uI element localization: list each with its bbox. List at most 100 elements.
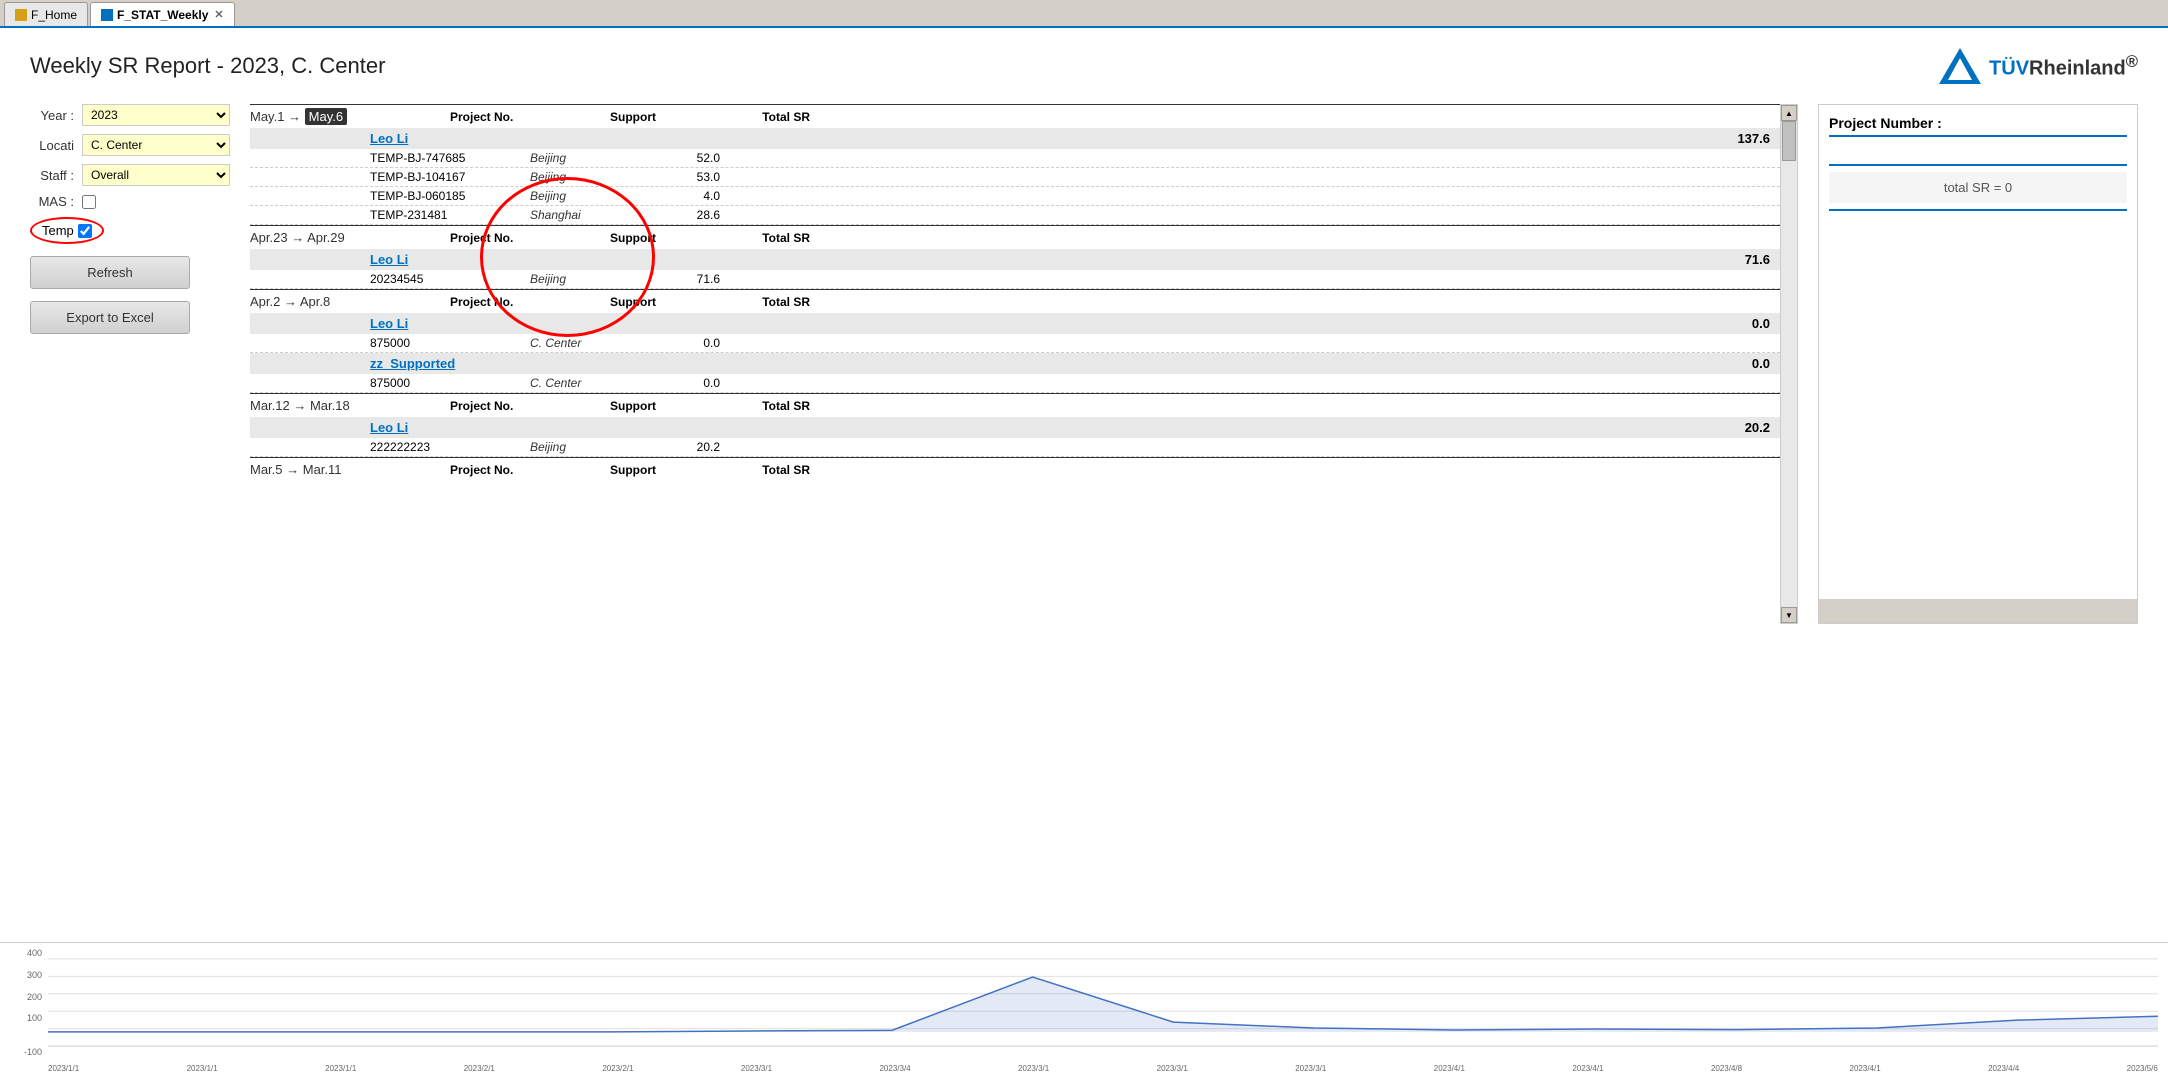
x-label-4: 2023/2/1: [602, 1064, 633, 1073]
location-select[interactable]: C. Center: [82, 134, 230, 156]
export-button[interactable]: Export to Excel: [30, 301, 190, 334]
week-range-2: Apr.2 → Apr.8: [250, 294, 410, 309]
col-project-header-4: Project No.: [450, 463, 610, 477]
project-number-input[interactable]: [1829, 145, 2127, 166]
tab-close-icon[interactable]: ✕: [214, 8, 223, 21]
home-icon: [15, 9, 27, 21]
col-support-header-3: Support: [610, 399, 730, 413]
x-label-2: 2023/1/1: [325, 1064, 356, 1073]
col-total-header-2: Total SR: [730, 295, 810, 309]
col-total-header-0: Total SR: [730, 110, 810, 124]
person-row-0-0: Leo Li 137.6: [250, 128, 1780, 149]
week-section-0: May.1 → May.6 Project No. Support Total …: [250, 104, 1780, 225]
person-total-0-0: 137.6: [1700, 131, 1780, 146]
week-range: Mar.5 → Mar.11: [250, 462, 342, 477]
data-row-0-0-1: TEMP-BJ-104167 Beijing 53.0: [250, 168, 1780, 187]
person-row-1-0: Leo Li 71.6: [250, 249, 1780, 270]
col-total-header-4: Total SR: [730, 463, 810, 477]
data-support-2-1-0: C. Center: [530, 376, 650, 390]
col-support-header-0: Support: [610, 110, 730, 124]
x-label-1: 2023/1/1: [187, 1064, 218, 1073]
x-label-13: 2023/4/1: [1850, 1064, 1881, 1073]
person-name-2-0[interactable]: Leo Li: [370, 316, 1580, 331]
page-title: Weekly SR Report - 2023, C. Center: [30, 53, 385, 79]
week-range-0: May.1 → May.6: [250, 109, 410, 124]
data-project-3-0-0: 222222223: [370, 440, 530, 454]
x-label-15: 2023/5/6: [2127, 1064, 2158, 1073]
scroll-thumb[interactable]: [1782, 121, 1796, 161]
project-number-title: Project Number :: [1829, 115, 2127, 137]
tab-f-home-label: F_Home: [31, 8, 77, 22]
year-field-row: Year : 2023: [30, 104, 230, 126]
tab-bar: F_Home F_STAT_Weekly ✕: [0, 0, 2168, 28]
person-total-3-0: 20.2: [1700, 420, 1780, 435]
total-sr-display: total SR = 0: [1829, 172, 2127, 203]
tab-f-home[interactable]: F_Home: [4, 2, 88, 26]
page-header: Weekly SR Report - 2023, C. Center TÜVRh…: [30, 48, 2138, 84]
x-label-6: 2023/3/4: [879, 1064, 910, 1073]
col-total-header-1: Total SR: [730, 231, 810, 245]
temp-label: Temp: [42, 223, 74, 238]
data-row-0-0-0: TEMP-BJ-747685 Beijing 52.0: [250, 149, 1780, 168]
data-total-0-0-2: 4.0: [650, 189, 730, 203]
data-support-0-0-3: Shanghai: [530, 208, 650, 222]
y-label-neg100: -100: [24, 1047, 42, 1057]
col-headers-1: Project No. Support Total SR: [450, 231, 1780, 245]
data-support-3-0-0: Beijing: [530, 440, 650, 454]
col-support-header-2: Support: [610, 295, 730, 309]
week-range-end: May.6: [305, 108, 347, 125]
x-label-7: 2023/3/1: [1018, 1064, 1049, 1073]
person-row-2-0: Leo Li 0.0: [250, 313, 1780, 334]
col-headers-4: Project No. Support Total SR: [450, 463, 1780, 477]
scroll-up-button[interactable]: ▲: [1781, 105, 1797, 121]
year-select[interactable]: 2023: [82, 104, 230, 126]
logo-text: TÜVRheinland®: [1989, 52, 2138, 81]
data-project-0-0-2: TEMP-BJ-060185: [370, 189, 530, 203]
week-range: Mar.12 → Mar.18: [250, 398, 350, 413]
mas-checkbox[interactable]: [82, 195, 96, 209]
chart-icon: [101, 9, 113, 21]
data-support-0-0-1: Beijing: [530, 170, 650, 184]
col-support-header-4: Support: [610, 463, 730, 477]
weekly-table[interactable]: May.1 → May.6 Project No. Support Total …: [250, 104, 1780, 624]
refresh-button[interactable]: Refresh: [30, 256, 190, 289]
col-total-header-3: Total SR: [730, 399, 810, 413]
temp-checkbox[interactable]: [78, 224, 92, 238]
mas-field-row: MAS :: [30, 194, 230, 209]
data-row-1-0-0: 20234545 Beijing 71.6: [250, 270, 1780, 289]
person-name-1-0[interactable]: Leo Li: [370, 252, 1580, 267]
data-row-0-0-3: TEMP-231481 Shanghai 28.6: [250, 206, 1780, 225]
data-project-2-1-0: 875000: [370, 376, 530, 390]
week-section-1: Apr.23 → Apr.29 Project No. Support Tota…: [250, 225, 1780, 289]
data-support-2-0-0: C. Center: [530, 336, 650, 350]
week-header-4: Mar.5 → Mar.11 Project No. Support Total…: [250, 457, 1780, 481]
person-name-3-0[interactable]: Leo Li: [370, 420, 1580, 435]
scroll-track[interactable]: [1781, 121, 1797, 607]
person-name-2-1[interactable]: zz_Supported: [370, 356, 1580, 371]
location-label: Locati: [30, 138, 78, 153]
chart-svg-area: [48, 948, 2158, 1057]
x-label-10: 2023/4/1: [1434, 1064, 1465, 1073]
data-total-2-1-0: 0.0: [650, 376, 730, 390]
x-label-3: 2023/2/1: [464, 1064, 495, 1073]
week-range-4: Mar.5 → Mar.11: [250, 462, 410, 477]
temp-circle: Temp: [30, 217, 104, 244]
scroll-down-button[interactable]: ▼: [1781, 607, 1797, 623]
person-row-3-0: Leo Li 20.2: [250, 417, 1780, 438]
x-label-12: 2023/4/8: [1711, 1064, 1742, 1073]
col-project-header-1: Project No.: [450, 231, 610, 245]
col-project-header-3: Project No.: [450, 399, 610, 413]
staff-select[interactable]: Overall: [82, 164, 230, 186]
chart-area: 400 300 200 100 -100: [0, 942, 2168, 1082]
middle-area: May.1 → May.6 Project No. Support Total …: [250, 104, 1798, 624]
chart-x-labels: 2023/1/12023/1/12023/1/12023/2/12023/2/1…: [48, 1059, 2158, 1077]
week-header-3: Mar.12 → Mar.18 Project No. Support Tota…: [250, 393, 1780, 417]
main-container: Weekly SR Report - 2023, C. Center TÜVRh…: [0, 28, 2168, 1082]
data-total-3-0-0: 20.2: [650, 440, 730, 454]
y-label-100: 100: [27, 1013, 42, 1023]
person-name-0-0[interactable]: Leo Li: [370, 131, 1580, 146]
tab-f-stat-weekly[interactable]: F_STAT_Weekly ✕: [90, 2, 235, 26]
data-total-2-0-0: 0.0: [650, 336, 730, 350]
scrollbar[interactable]: ▲ ▼: [1780, 104, 1798, 624]
y-label-300: 300: [27, 970, 42, 980]
